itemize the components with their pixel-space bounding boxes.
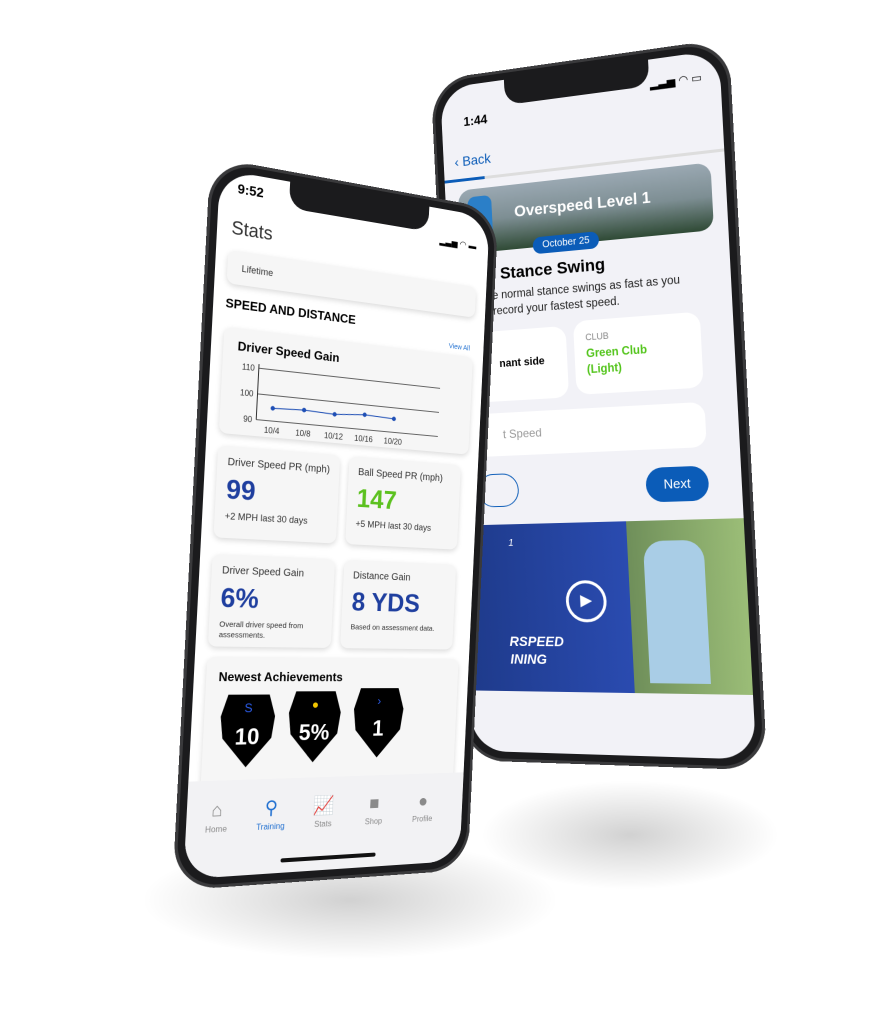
stat-label: Driver Speed Gain — [221, 565, 305, 580]
achievement-badge[interactable]: S 10 — [218, 695, 276, 769]
notch — [503, 59, 650, 106]
grid-line — [256, 420, 438, 437]
data-point — [270, 405, 276, 411]
driver-speed-chart-card[interactable]: Driver Speed Gain 110 100 90 10/4 10/8 10/12 1… — [218, 326, 473, 455]
tab-shop[interactable]: ■ Shop — [350, 792, 398, 827]
x-tick-label: 10/16 — [354, 434, 373, 445]
stat-card[interactable]: Driver Speed Gain 6% Overall driver spee… — [207, 554, 336, 648]
stat-card[interactable]: Distance Gain 8 YDS Based on assessment … — [340, 560, 457, 650]
stat-label: Driver Speed PR (mph) — [227, 456, 331, 476]
stat-value: 99 — [225, 473, 257, 507]
stat-note: Overall driver speed from assessments. — [218, 619, 304, 640]
play-icon[interactable]: ▶ — [564, 580, 608, 623]
grid-line — [259, 368, 440, 388]
status-time: 1:44 — [463, 111, 488, 130]
x-tick-label: 10/12 — [324, 431, 344, 442]
video-title: RSPEED INING — [509, 633, 565, 667]
y-axis — [256, 364, 259, 420]
status-time: 9:52 — [237, 180, 265, 201]
chart-icon: 📈 — [312, 794, 335, 816]
stat-label: Distance Gain — [352, 570, 411, 584]
back-button[interactable]: ‹ Back — [454, 150, 491, 170]
bag-icon: ■ — [368, 792, 380, 814]
profile-icon: ● — [417, 790, 429, 811]
page-title: Stats — [231, 217, 274, 245]
section-title: SPEED AND DISTANCE — [225, 295, 357, 328]
data-point — [332, 411, 337, 417]
x-tick-label: 10/20 — [384, 436, 403, 446]
chevron-icon: › — [377, 694, 382, 708]
y-tick-label: 100 — [240, 388, 254, 399]
y-tick-label: 110 — [242, 362, 256, 373]
view-all-link[interactable]: View All — [449, 343, 470, 352]
notch — [288, 181, 430, 232]
stat-value: 147 — [356, 482, 398, 516]
stat-note: Based on assessment data. — [350, 622, 435, 633]
next-button[interactable]: Next — [645, 465, 710, 503]
tab-stats[interactable]: 📈 Stats — [299, 794, 348, 830]
stat-value: 6% — [219, 581, 260, 614]
home-icon: ⌂ — [210, 799, 224, 821]
status-icons: ▂▃▅ ◠ ▬ — [439, 235, 477, 252]
video-thumbnail[interactable]: 1 ▶ RSPEED INING — [461, 518, 753, 695]
grid-line — [258, 394, 439, 413]
data-point — [301, 407, 307, 413]
tab-profile[interactable]: ● Profile — [400, 790, 446, 824]
tab-training[interactable]: ⚲ Training — [245, 796, 296, 832]
data-point — [391, 416, 397, 422]
stat-card[interactable]: Ball Speed PR (mph) 147 +5 MPH last 30 d… — [345, 456, 461, 550]
x-tick-label: 10/8 — [295, 428, 311, 439]
achievement-badge[interactable]: › 1 — [352, 688, 405, 758]
tab-home[interactable]: ⌂ Home — [190, 798, 243, 835]
club-card: CLUB Green Club (Light) — [572, 311, 704, 395]
stat-card[interactable]: Driver Speed PR (mph) 99 +2 MPH last 30 … — [213, 445, 341, 544]
stat-note: +2 MPH last 30 days — [224, 510, 308, 526]
swirl-icon: S — [244, 700, 253, 716]
tab-bar: ⌂ Home ⚲ Training 📈 Stats ■ Shop ● Profile — [183, 772, 464, 880]
achievement-badge[interactable]: ● 5% — [286, 691, 341, 763]
stat-label: Ball Speed PR (mph) — [357, 466, 443, 485]
golfer-photo — [642, 539, 711, 684]
stats-phone: 9:52 ▂▃▅ ◠ ▬ Stats Lifetime SPEED AND DI… — [172, 156, 499, 891]
data-point — [362, 412, 367, 418]
banner-title: Overspeed Level 1 — [513, 189, 652, 221]
progress-fill — [444, 176, 485, 184]
y-tick-label: 90 — [243, 414, 253, 424]
stats-screen: 9:52 ▂▃▅ ◠ ▬ Stats Lifetime SPEED AND DI… — [183, 169, 490, 880]
stat-value: 8 YDS — [351, 586, 421, 618]
driver-speed-chart: 110 100 90 10/4 10/8 10/12 10/16 10/20 — [240, 356, 463, 447]
stat-note: +5 MPH last 30 days — [355, 518, 432, 533]
club-value: Green Club (Light) — [585, 344, 648, 377]
status-icons: ▂▃▅ ◠ ▭ — [649, 71, 703, 91]
training-icon: ⚲ — [264, 797, 279, 819]
bomb-icon: ● — [311, 697, 320, 712]
x-tick-label: 10/4 — [264, 425, 280, 436]
home-indicator — [280, 852, 376, 863]
